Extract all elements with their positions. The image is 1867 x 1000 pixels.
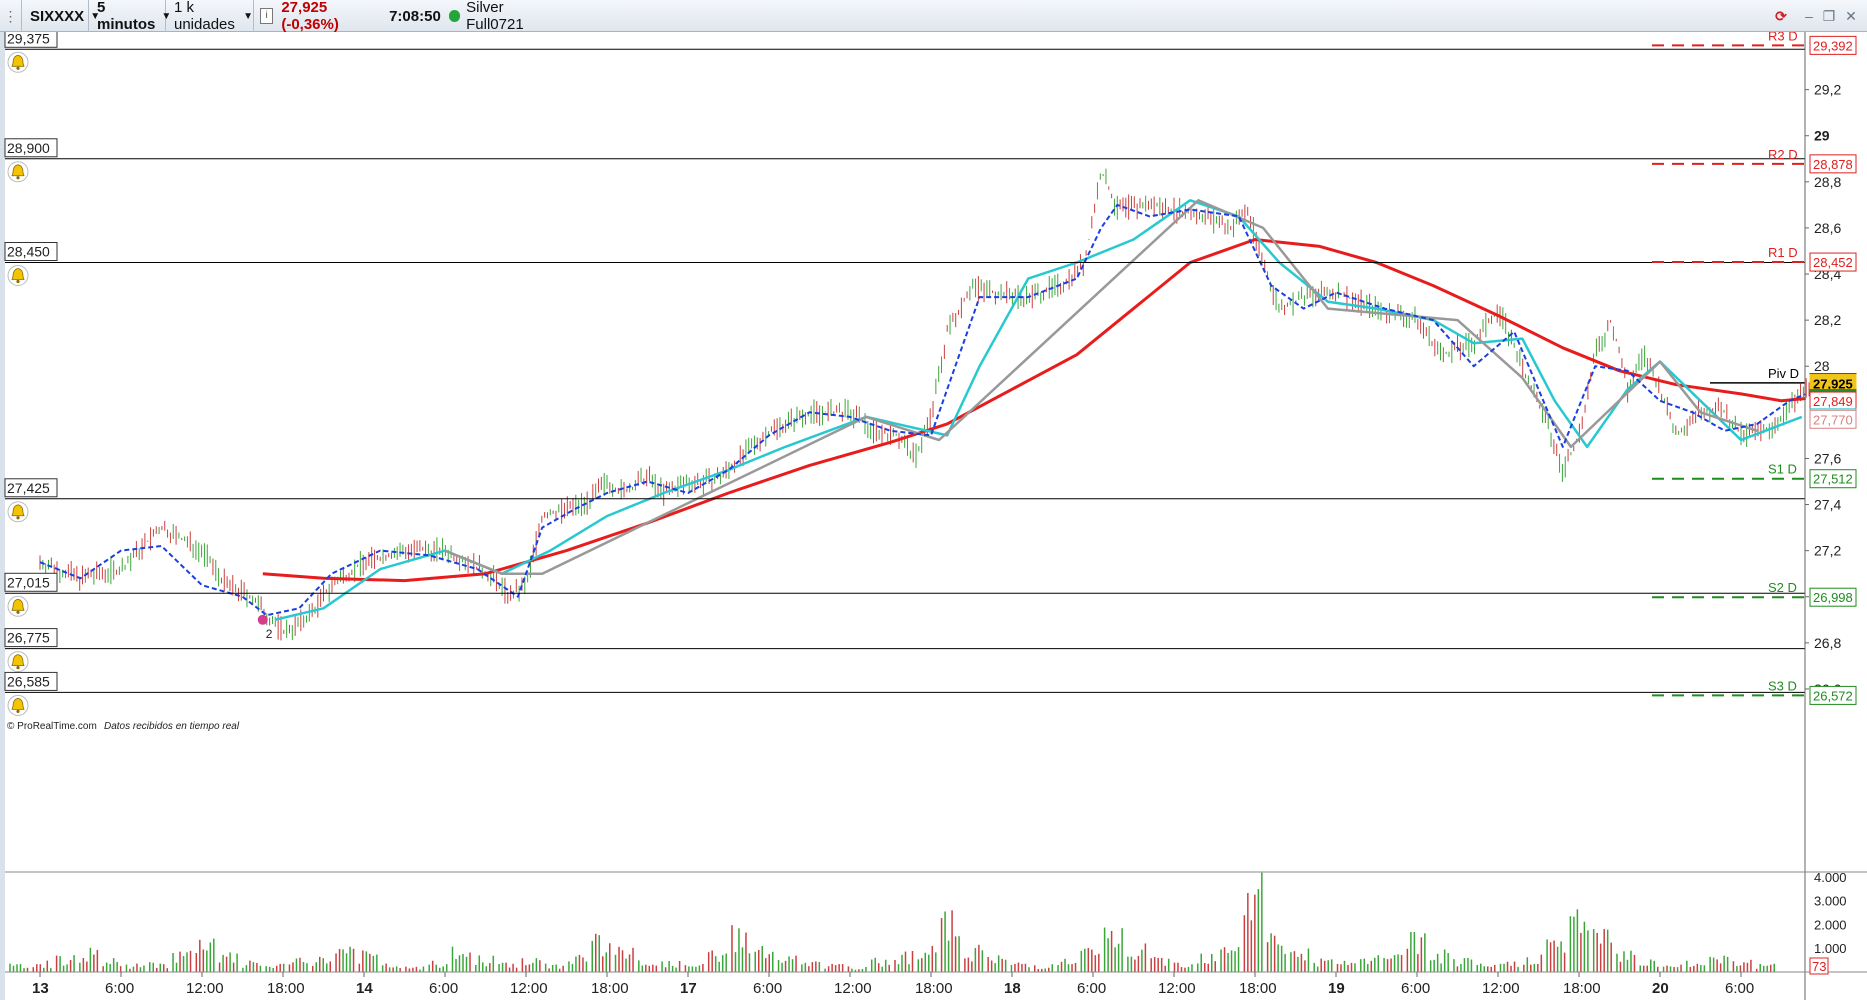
alert-value-label: 28,900 (7, 140, 50, 156)
instrument-label: SIXXXX (30, 7, 85, 25)
y-tick-label: 28,8 (1814, 174, 1841, 190)
x-tick-label: 12:00 (1158, 980, 1196, 997)
x-tick-label: 20 (1652, 980, 1669, 997)
alert-value-label: 26,775 (7, 630, 50, 646)
bell-icon[interactable] (7, 501, 29, 523)
contract-name: Silver Full0721 (466, 0, 524, 33)
x-tick-label: 14 (356, 980, 373, 997)
x-tick-label: 12:00 (834, 980, 872, 997)
price-change: 27,925 (-0,36%) (281, 0, 339, 33)
x-tick-label: 18:00 (591, 980, 629, 997)
minimize-icon[interactable]: – (1800, 7, 1818, 25)
x-tick-label: 19 (1328, 980, 1345, 997)
x-tick-label: 18:00 (267, 980, 305, 997)
x-tick-label: 18 (1004, 980, 1021, 997)
y-tick-label: 29 (1814, 128, 1830, 144)
pivot-name-label: S2 D (1768, 580, 1797, 595)
restore-icon[interactable]: ❐ (1820, 7, 1838, 25)
volume-tick-label: 2.000 (1814, 917, 1847, 932)
y-tick-label: 28 (1814, 358, 1830, 374)
sync-icon[interactable]: ⟳ (1772, 7, 1790, 25)
grip-icon[interactable]: ⋮ (0, 0, 22, 32)
x-tick-label: 6:00 (753, 980, 782, 997)
x-tick-label: 12:00 (510, 980, 548, 997)
caret-down-icon: ▼ (243, 10, 253, 22)
price-tag-label: 27,770 (1813, 412, 1853, 427)
quote-time: 7:08:50 (389, 7, 441, 25)
bell-icon[interactable] (7, 651, 29, 673)
y-tick-label: 27,6 (1814, 450, 1841, 466)
pivot-name-label: R2 D (1768, 147, 1798, 162)
y-tick-label: 28,6 (1814, 220, 1841, 236)
volume-value-label: 73 (1812, 959, 1826, 974)
pivot-name-label: Piv D (1768, 366, 1799, 381)
volume-tick-label: 3.000 (1814, 894, 1847, 909)
volume-tick-label: 4.000 (1814, 870, 1847, 885)
pivot-name-label: R1 D (1768, 245, 1798, 260)
x-tick-label: 12:00 (186, 980, 224, 997)
info-icon[interactable]: i (260, 8, 274, 24)
timeframe-dropdown[interactable]: 5 minutos ▼ (89, 0, 171, 33)
quote-info: i 27,925 (-0,36%) 7:08:50 Silver Full072… (260, 0, 560, 33)
status-dot (448, 10, 461, 22)
alert-value-label: 29,375 (7, 32, 50, 46)
bell-icon[interactable] (7, 161, 29, 183)
bell-icon[interactable] (7, 265, 29, 287)
volume-tick-label: 1.000 (1814, 941, 1847, 956)
realtime-text: Datos recibidos en tiempo real (104, 721, 240, 732)
bell-icon[interactable] (7, 51, 29, 73)
price-chart[interactable]: 2 29,375 28,900 28,450 27,425 27,015 26,775 26… (0, 32, 1867, 1000)
pivot-value-label: 27,512 (1813, 472, 1853, 487)
pivot-name-label: S3 D (1768, 678, 1797, 693)
x-tick-label: 17 (680, 980, 697, 997)
instrument-dropdown[interactable]: SIXXXX ▼ (22, 0, 100, 32)
alert-value-label: 26,585 (7, 673, 50, 689)
units-label: 1 k unidades (174, 0, 235, 33)
bell-icon[interactable] (7, 694, 29, 716)
close-icon[interactable]: ✕ (1842, 7, 1860, 25)
toolbar: ⋮ SIXXXX ▼ 5 minutos ▼ 1 k unidades ▼ i … (0, 0, 1867, 33)
x-tick-label: 13 (32, 980, 49, 997)
pivot-value-label: 28,452 (1813, 255, 1853, 270)
pivot-name-label: S1 D (1768, 462, 1797, 477)
x-tick-label: 12:00 (1482, 980, 1520, 997)
trade-marker[interactable] (257, 614, 268, 625)
copyright-text: © ProRealTime.com (7, 721, 97, 732)
alert-value-label: 27,015 (7, 574, 50, 590)
y-tick-label: 28,2 (1814, 312, 1841, 328)
x-tick-label: 6:00 (1725, 980, 1754, 997)
y-tick-label: 29,2 (1814, 82, 1841, 98)
x-tick-label: 18:00 (915, 980, 953, 997)
price-tag-label: 27,849 (1813, 394, 1853, 409)
x-tick-label: 6:00 (105, 980, 134, 997)
x-tick-label: 6:00 (1077, 980, 1106, 997)
x-tick-label: 18:00 (1239, 980, 1277, 997)
pivot-value-label: 29,392 (1813, 38, 1853, 53)
timeframe-label: 5 minutos (97, 0, 156, 33)
y-tick-label: 27,4 (1814, 497, 1841, 513)
alert-value-label: 27,425 (7, 480, 50, 496)
bell-icon[interactable] (7, 595, 29, 617)
x-tick-label: 18:00 (1563, 980, 1601, 997)
x-tick-label: 6:00 (429, 980, 458, 997)
pivot-value-label: 26,572 (1813, 688, 1853, 703)
y-tick-label: 27,2 (1814, 543, 1841, 559)
pivot-name-label: R3 D (1768, 32, 1798, 43)
pivot-value-label: 28,878 (1813, 157, 1853, 172)
x-tick-label: 6:00 (1401, 980, 1430, 997)
pivot-value-label: 26,998 (1813, 590, 1853, 605)
alert-value-label: 28,450 (7, 244, 50, 260)
trade-marker-label: 2 (266, 627, 273, 641)
units-dropdown[interactable]: 1 k unidades ▼ (166, 0, 254, 33)
y-tick-label: 26,8 (1814, 635, 1841, 651)
